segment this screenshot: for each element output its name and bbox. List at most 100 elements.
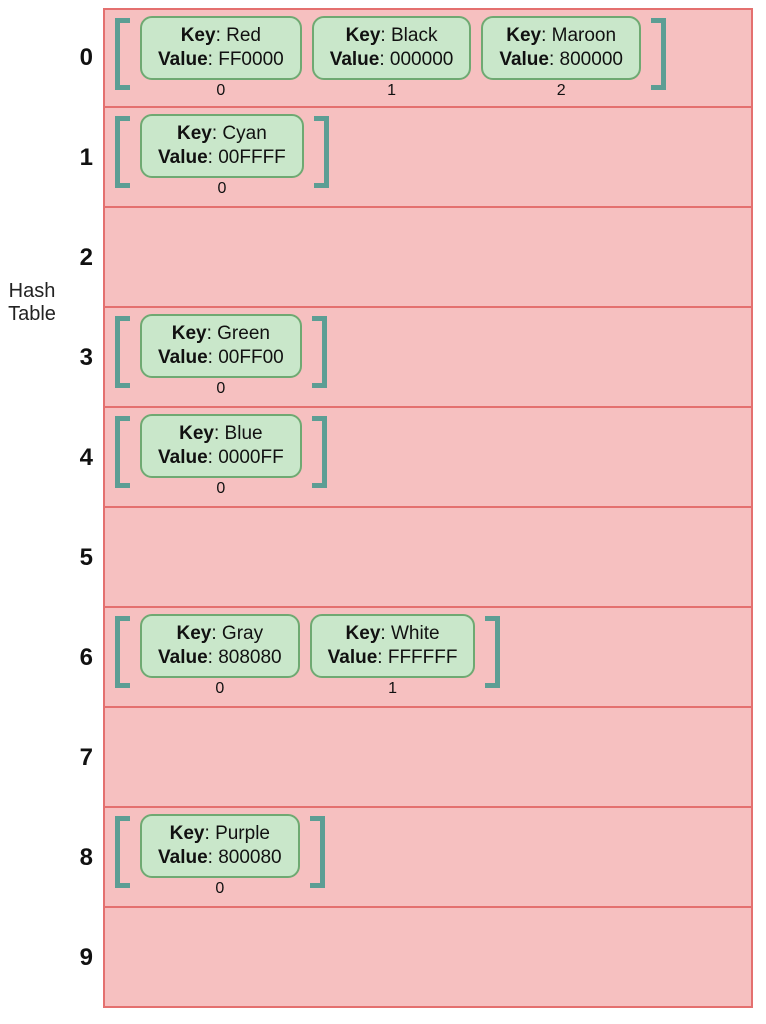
- kv-value-line: Value: FF0000: [158, 48, 284, 72]
- value-label: Value: [330, 49, 380, 70]
- item-index: 1: [388, 680, 397, 698]
- value-label: Value: [499, 49, 549, 70]
- hash-bucket-row: 6Key: GrayValue: 8080800Key: WhiteValue:…: [103, 608, 753, 708]
- value-value: 00FFFF: [218, 147, 286, 168]
- bucket-items: Key: GreenValue: 00FF000: [115, 314, 741, 406]
- kv-cell: Key: PurpleValue: 800080: [140, 814, 300, 878]
- key-label: Key: [179, 423, 214, 444]
- key-label: Key: [346, 25, 381, 46]
- value-value: 0000FF: [218, 447, 283, 468]
- key-label: Key: [181, 25, 216, 46]
- bucket: Key: CyanValue: 00FFFF0: [103, 108, 753, 208]
- hash-bucket-row: 2: [103, 208, 753, 308]
- bracket-right-icon: [314, 116, 329, 188]
- kv-value-line: Value: 800080: [158, 846, 282, 870]
- kv-cell: Key: GrayValue: 808080: [140, 614, 300, 678]
- kv-key-line: Key: Gray: [158, 622, 282, 646]
- bucket-index: 5: [43, 508, 93, 608]
- bracket-left-icon: [115, 316, 130, 388]
- kv-cell: Key: BlackValue: 000000: [312, 16, 472, 80]
- bucket: [103, 908, 753, 1008]
- key-label: Key: [177, 623, 212, 644]
- item-index: 0: [215, 880, 224, 898]
- bucket-item: Key: BlueValue: 0000FF 0: [140, 414, 302, 498]
- key-value: Cyan: [222, 123, 266, 144]
- kv-cell: Key: WhiteValue: FFFFFF: [310, 614, 476, 678]
- value-label: Value: [158, 147, 208, 168]
- value-value: 800000: [560, 49, 623, 70]
- bucket-index: 7: [43, 708, 93, 808]
- bracket-right-icon: [310, 816, 325, 888]
- hash-table: 0Key: RedValue: FF00000Key: BlackValue: …: [103, 8, 753, 1008]
- item-index: 0: [215, 680, 224, 698]
- value-value: FFFFFF: [388, 647, 458, 668]
- bucket: [103, 208, 753, 308]
- key-value: Green: [217, 323, 270, 344]
- kv-value-line: Value: 000000: [330, 48, 454, 72]
- item-index: 0: [216, 380, 225, 398]
- value-value: 00FF00: [218, 347, 283, 368]
- bucket-index: 6: [43, 608, 93, 708]
- bucket-item: Key: BlackValue: 0000001: [312, 16, 472, 100]
- bucket-items: Key: CyanValue: 00FFFF0: [115, 114, 741, 206]
- key-label: Key: [177, 123, 212, 144]
- hash-bucket-row: 0Key: RedValue: FF00000Key: BlackValue: …: [103, 8, 753, 108]
- kv-key-line: Key: Purple: [158, 822, 282, 846]
- value-label: Value: [158, 347, 208, 368]
- kv-value-line: Value: 808080: [158, 646, 282, 670]
- bracket-left-icon: [115, 616, 130, 688]
- bucket-index: 1: [43, 108, 93, 208]
- value-value: FF0000: [218, 49, 283, 70]
- bracket-left-icon: [115, 116, 130, 188]
- kv-cell: Key: MaroonValue: 800000: [481, 16, 641, 80]
- key-value: Maroon: [552, 25, 616, 46]
- bucket: Key: GrayValue: 8080800Key: WhiteValue: …: [103, 608, 753, 708]
- bucket-item: Key: MaroonValue: 800000 2: [481, 16, 641, 100]
- bucket-index: 3: [43, 308, 93, 408]
- key-label: Key: [346, 623, 381, 644]
- value-label: Value: [158, 847, 208, 868]
- kv-key-line: Key: Blue: [158, 422, 284, 446]
- bucket-index: 9: [43, 908, 93, 1008]
- item-index: 2: [557, 82, 566, 100]
- key-label: Key: [172, 323, 207, 344]
- key-label: Key: [170, 823, 205, 844]
- bucket-items: Key: RedValue: FF00000Key: BlackValue: 0…: [115, 16, 741, 106]
- kv-key-line: Key: Cyan: [158, 122, 286, 146]
- hash-bucket-row: 8Key: PurpleValue: 8000800: [103, 808, 753, 908]
- item-index: 1: [387, 82, 396, 100]
- value-label: Value: [158, 49, 208, 70]
- bucket-item: Key: WhiteValue: FFFFFF 1: [310, 614, 476, 698]
- bracket-right-icon: [312, 316, 327, 388]
- item-index: 0: [216, 480, 225, 498]
- bucket-item: Key: PurpleValue: 800080 0: [140, 814, 300, 898]
- hash-bucket-row: 3Key: GreenValue: 00FF000: [103, 308, 753, 408]
- hash-bucket-row: 1Key: CyanValue: 00FFFF0: [103, 108, 753, 208]
- kv-value-line: Value: 00FF00: [158, 346, 284, 370]
- bracket-left-icon: [115, 18, 130, 90]
- bucket: [103, 508, 753, 608]
- key-value: Red: [226, 25, 261, 46]
- key-value: Black: [391, 25, 437, 46]
- bucket: [103, 708, 753, 808]
- bucket-item: Key: GreenValue: 00FF000: [140, 314, 302, 398]
- key-label: Key: [506, 25, 541, 46]
- kv-key-line: Key: White: [328, 622, 458, 646]
- kv-key-line: Key: Maroon: [499, 24, 623, 48]
- value-label: Value: [158, 647, 208, 668]
- value-value: 800080: [218, 847, 281, 868]
- bucket-items: Key: PurpleValue: 800080 0: [115, 814, 741, 906]
- hash-bucket-row: 7: [103, 708, 753, 808]
- item-index: 0: [216, 82, 225, 100]
- hash-bucket-row: 4Key: BlueValue: 0000FF0: [103, 408, 753, 508]
- bucket-index: 0: [43, 8, 93, 108]
- bucket-index: 2: [43, 208, 93, 308]
- bracket-right-icon: [485, 616, 500, 688]
- kv-key-line: Key: Red: [158, 24, 284, 48]
- bucket-index: 8: [43, 808, 93, 908]
- kv-value-line: Value: FFFFFF: [328, 646, 458, 670]
- key-value: Gray: [222, 623, 263, 644]
- bracket-right-icon: [312, 416, 327, 488]
- bucket-index: 4: [43, 408, 93, 508]
- kv-cell: Key: BlueValue: 0000FF: [140, 414, 302, 478]
